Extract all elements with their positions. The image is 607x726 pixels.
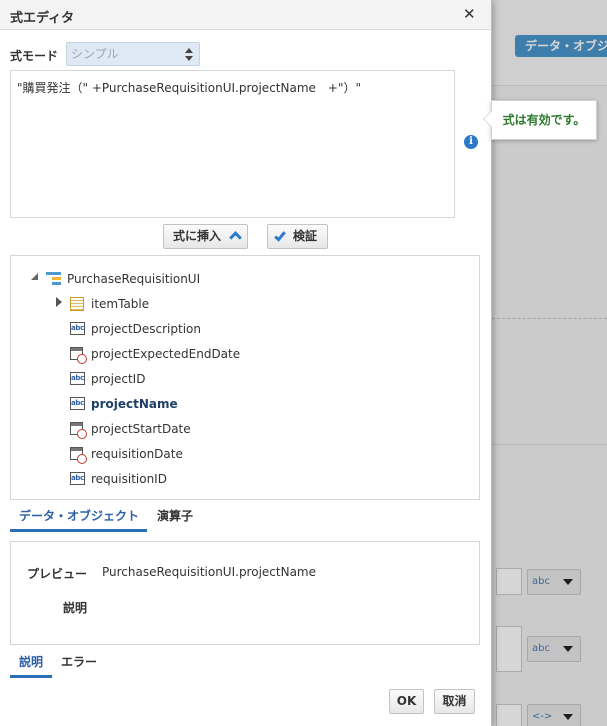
tree-item-label: projectName <box>91 397 178 411</box>
tree-item-label: requisitionID <box>91 472 167 486</box>
preview-value: PurchaseRequisitionUI.projectName <box>102 565 316 579</box>
mode-select[interactable]: シンプル <box>66 42 200 66</box>
abc-icon: abc <box>70 372 85 385</box>
preview-tabs: 説明 エラー <box>10 648 480 678</box>
tab-errors[interactable]: エラー <box>61 648 97 678</box>
mode-select-value: シンプル <box>71 47 119 61</box>
collapse-triangle-icon[interactable] <box>31 273 38 280</box>
tree-item-label: itemTable <box>91 297 150 311</box>
mode-label: 式モード <box>10 49 59 63</box>
close-icon[interactable]: ✕ <box>463 5 476 23</box>
tree-item-label: requisitionDate <box>91 447 183 461</box>
verify-button[interactable]: 検証 <box>267 224 328 249</box>
date-icon <box>70 347 87 364</box>
business-object-icon <box>46 272 61 286</box>
abc-icon: abc <box>70 472 85 485</box>
expand-triangle-icon[interactable] <box>56 297 62 307</box>
tab-description[interactable]: 説明 <box>10 648 52 678</box>
expression-editor-dialog: 式エディタ ✕ 式モード シンプル "購買発注（" +PurchaseRequi… <box>0 0 492 726</box>
expression-editor[interactable]: "購買発注（" +PurchaseRequisitionUI.projectNa… <box>10 70 455 218</box>
abc-icon: abc <box>70 322 85 335</box>
dialog-titlebar: 式エディタ ✕ <box>0 0 491 30</box>
info-icon[interactable]: i <box>464 135 478 149</box>
data-object-tree: PurchaseRequisitionUI itemTable abc proj… <box>10 255 480 500</box>
tree-tabs: データ・オブジェクト 演算子 <box>10 502 480 532</box>
insert-expression-button[interactable]: 式に挿入 <box>163 224 248 249</box>
verify-label: 検証 <box>293 229 318 243</box>
table-icon <box>70 297 84 311</box>
description-label: 説明 <box>63 601 88 615</box>
tree-item-label: projectStartDate <box>91 422 191 436</box>
dialog-title: 式エディタ <box>10 11 75 26</box>
select-arrows-icon <box>183 46 195 62</box>
tab-operators[interactable]: 演算子 <box>157 502 193 532</box>
insert-expression-label: 式に挿入 <box>173 229 222 243</box>
tree-item-label: projectID <box>91 372 146 386</box>
tab-data-object[interactable]: データ・オブジェクト <box>10 502 147 532</box>
date-icon <box>70 447 87 464</box>
tree-item-label: projectExpectedEndDate <box>91 347 241 361</box>
tree-item-label: projectDescription <box>91 322 201 336</box>
chevron-up-icon <box>229 231 242 244</box>
check-icon <box>274 229 286 242</box>
preview-panel: プレビュー PurchaseRequisitionUI.projectName … <box>10 541 480 645</box>
cancel-button[interactable]: 取消 <box>434 689 475 714</box>
abc-icon: abc <box>70 397 85 410</box>
preview-label: プレビュー <box>27 567 88 581</box>
ok-button[interactable]: OK <box>389 689 424 714</box>
date-icon <box>70 422 87 439</box>
tree-root-label: PurchaseRequisitionUI <box>67 272 201 286</box>
validation-tooltip: 式は有効です。 <box>483 100 597 140</box>
